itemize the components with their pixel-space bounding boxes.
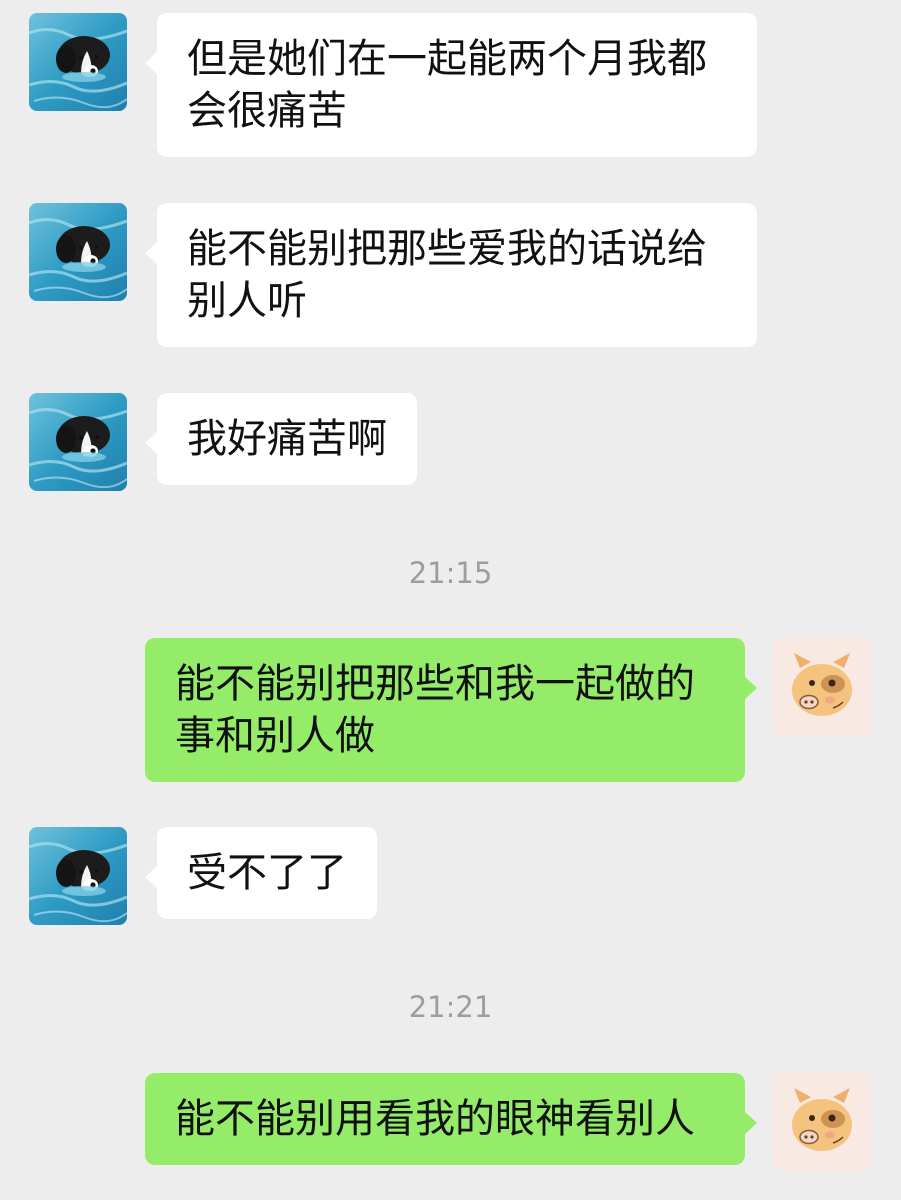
dog-swimming-avatar-icon[interactable] xyxy=(29,203,127,301)
pig-avatar-icon[interactable] xyxy=(773,638,871,736)
message-bubble-outgoing[interactable]: 能不能别把那些和我一起做的事和别人做 xyxy=(145,638,757,782)
message-bubble-outgoing[interactable]: 能不能别用看我的眼神看别人 xyxy=(145,1073,757,1165)
timestamp: 21:21 xyxy=(408,990,493,1024)
message-bubble-incoming[interactable]: 能不能别把那些爱我的话说给别人听 xyxy=(145,203,757,347)
message-text: 受不了了 xyxy=(187,850,347,896)
message-bubble-incoming[interactable]: 我好痛苦啊 xyxy=(145,393,417,485)
message-text: 能不能别把那些爱我的话说给别人听 xyxy=(187,226,707,324)
dog-swimming-avatar-icon[interactable] xyxy=(29,393,127,491)
dog-swimming-avatar-icon[interactable] xyxy=(29,827,127,925)
dog-swimming-avatar-icon[interactable] xyxy=(29,13,127,111)
message-text: 但是她们在一起能两个月我都会很痛苦 xyxy=(187,36,707,134)
pig-avatar-icon[interactable] xyxy=(773,1073,871,1171)
message-text: 我好痛苦啊 xyxy=(187,416,387,462)
message-bubble-incoming[interactable]: 但是她们在一起能两个月我都会很痛苦 xyxy=(145,13,757,157)
message-bubble-incoming[interactable]: 受不了了 xyxy=(145,827,377,919)
message-text: 能不能别用看我的眼神看别人 xyxy=(175,1096,695,1142)
timestamp: 21:15 xyxy=(408,556,493,590)
message-text: 能不能别把那些和我一起做的事和别人做 xyxy=(175,661,695,759)
